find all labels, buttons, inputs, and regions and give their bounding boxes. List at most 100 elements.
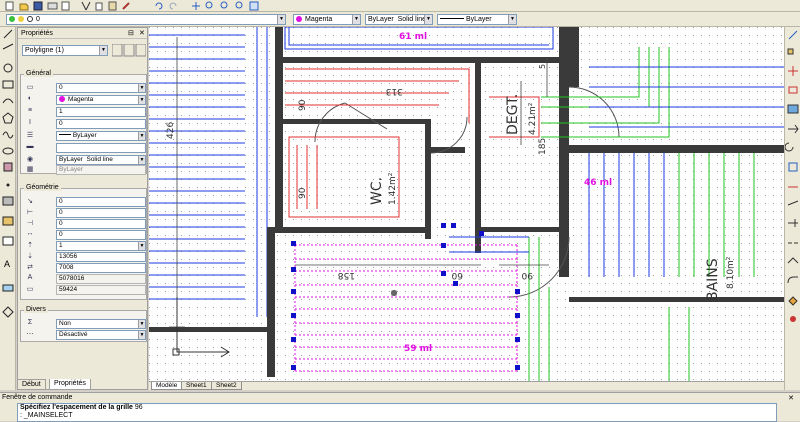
chevron-down-icon[interactable]: ▼ <box>138 320 145 328</box>
xline-tool-icon[interactable] <box>2 43 14 50</box>
geo-value[interactable]: 0 <box>56 197 146 207</box>
layer-value: 0 <box>36 16 40 23</box>
close-icon[interactable]: ✕ <box>788 394 794 402</box>
close-icon[interactable]: ✕ <box>139 29 145 37</box>
offset-icon[interactable] <box>788 86 798 94</box>
zoom-realtime-icon[interactable] <box>205 1 213 9</box>
copy-object-icon[interactable] <box>787 48 794 55</box>
chevron-down-icon[interactable]: ▼ <box>508 15 516 24</box>
layer-dropdown[interactable]: 0 ▼ <box>6 14 286 25</box>
toggle-pickadd-icon[interactable] <box>112 44 123 57</box>
chamfer-icon[interactable] <box>787 257 799 264</box>
line-tool-icon[interactable] <box>3 29 13 39</box>
region-tool-icon[interactable] <box>2 216 14 226</box>
prop-plotstyle-value[interactable]: ByLayer Solid line ▼ <box>56 155 146 165</box>
spline-tool-icon[interactable] <box>2 131 14 139</box>
paste-icon[interactable] <box>108 1 117 11</box>
tab-proprietes[interactable]: Propriétés <box>49 379 91 390</box>
new-icon[interactable] <box>5 1 14 11</box>
select-objects-icon[interactable] <box>123 44 135 57</box>
quick-select-icon[interactable] <box>135 44 146 57</box>
prop-row-6: ▬ <box>21 143 146 153</box>
command-history[interactable]: Spécifiez l'espacement de la grille 96 :… <box>17 403 777 422</box>
misc-closed-value[interactable]: Non ▼ <box>56 319 146 329</box>
chevron-down-icon[interactable]: ▼ <box>352 15 360 24</box>
prop-field3-value[interactable]: 1 <box>56 107 146 117</box>
geo-value[interactable]: 13056 <box>56 252 146 262</box>
erase-icon[interactable] <box>788 30 798 40</box>
prop-field6-value[interactable] <box>56 143 146 153</box>
rectangle-tool-icon[interactable] <box>2 80 14 89</box>
pan-icon[interactable] <box>192 2 200 10</box>
color-dropdown[interactable]: Magenta ▼ <box>293 14 361 25</box>
geo-value[interactable]: 0 <box>56 230 146 240</box>
properties-icon[interactable] <box>249 1 259 11</box>
copy-icon[interactable] <box>95 2 103 11</box>
misc-ltgen-value[interactable]: Désactivé ▼ <box>56 330 146 340</box>
preview-icon[interactable] <box>61 1 70 11</box>
thickness-icon: ⇣ <box>27 253 33 260</box>
properties-panel: Propriétés ⊟ ✕ Polyligne (1) ▼ Général ▭… <box>17 27 148 390</box>
polygon-tool-icon[interactable] <box>2 112 14 124</box>
chevron-down-icon[interactable]: ▼ <box>138 242 145 250</box>
geo-value[interactable]: 0 <box>56 208 146 218</box>
geo-row: ▭ 59424 <box>21 285 146 295</box>
text-tool-icon[interactable]: A <box>4 259 10 269</box>
wipeout-tool-icon[interactable] <box>2 284 14 292</box>
dim-185: 185 <box>538 138 548 155</box>
chevron-down-icon[interactable]: ▼ <box>138 96 145 104</box>
mirror-icon[interactable] <box>788 66 798 76</box>
chevron-down-icon[interactable]: ▼ <box>424 15 432 24</box>
prop-color-value[interactable]: Magenta ▼ <box>56 95 146 105</box>
linetype-dropdown[interactable]: ByLayer Solid line ▼ <box>365 14 433 25</box>
geo-value[interactable]: 7008 <box>56 263 146 273</box>
chevron-down-icon[interactable]: ▼ <box>138 331 145 339</box>
scale-icon[interactable] <box>788 162 798 172</box>
join-icon[interactable] <box>790 316 796 322</box>
extend-icon[interactable] <box>788 219 798 227</box>
revcloud-tool-icon[interactable] <box>2 306 14 318</box>
fillet-icon[interactable] <box>787 276 798 284</box>
selection-dropdown[interactable]: Polyligne (1) ▼ <box>22 45 108 56</box>
move-icon[interactable] <box>788 124 799 134</box>
cut-icon[interactable] <box>81 1 91 11</box>
prop-linetype-value[interactable]: ByLayer ▼ <box>56 131 146 141</box>
trim-icon[interactable] <box>787 200 799 206</box>
prop-layer-value[interactable]: 0 ▼ <box>56 83 146 93</box>
arc-tool-icon[interactable] <box>2 98 14 104</box>
open-icon[interactable] <box>19 3 29 11</box>
geo-value[interactable]: 0 <box>56 219 146 229</box>
print-icon[interactable] <box>47 2 58 10</box>
match-icon[interactable] <box>122 2 130 10</box>
drawing-canvas[interactable]: 61 ml DEGT. 4.21m² WC. 1.42m² BAINS 8.10… <box>149 27 784 381</box>
floor-plan[interactable]: 61 ml DEGT. 4.21m² WC. 1.42m² BAINS 8.10… <box>149 27 784 381</box>
redo-icon[interactable] <box>169 2 177 10</box>
circle-tool-icon[interactable] <box>3 63 13 73</box>
tab-sheet1[interactable]: Sheet1 <box>181 382 212 390</box>
chevron-down-icon[interactable]: ▼ <box>138 132 145 140</box>
array-icon[interactable] <box>787 104 799 114</box>
table-tool-icon[interactable] <box>2 236 14 246</box>
rotate-icon[interactable] <box>784 142 794 152</box>
chevron-down-icon[interactable]: ▼ <box>277 15 285 24</box>
save-icon[interactable] <box>33 1 43 11</box>
explode-icon[interactable] <box>788 296 798 306</box>
hatch-tool-icon[interactable] <box>2 196 14 206</box>
block-tool-icon[interactable] <box>3 162 13 172</box>
geo-value[interactable]: 1 ▼ <box>56 241 146 251</box>
tab-modele[interactable]: Modèle <box>151 382 183 390</box>
pin-icon[interactable]: ⊟ <box>128 29 134 37</box>
ellipse-tool-icon[interactable] <box>2 147 14 155</box>
tab-sheet2[interactable]: Sheet2 <box>211 382 242 390</box>
lineweight-dropdown[interactable]: ByLayer ▼ <box>437 14 517 25</box>
chevron-down-icon[interactable]: ▼ <box>99 46 107 55</box>
tab-debut[interactable]: Début <box>17 379 46 390</box>
undo-icon[interactable] <box>155 2 163 10</box>
chevron-down-icon[interactable]: ▼ <box>138 156 145 164</box>
chevron-down-icon[interactable]: ▼ <box>138 84 145 92</box>
command-window: Fenêtre de commande ✕ Spécifiez l'espace… <box>0 392 800 422</box>
zoom-window-icon[interactable] <box>220 1 228 9</box>
zoom-previous-icon[interactable] <box>235 1 243 9</box>
prop-field4-value[interactable]: 0 <box>56 119 146 129</box>
point-tool-icon[interactable] <box>6 183 10 187</box>
